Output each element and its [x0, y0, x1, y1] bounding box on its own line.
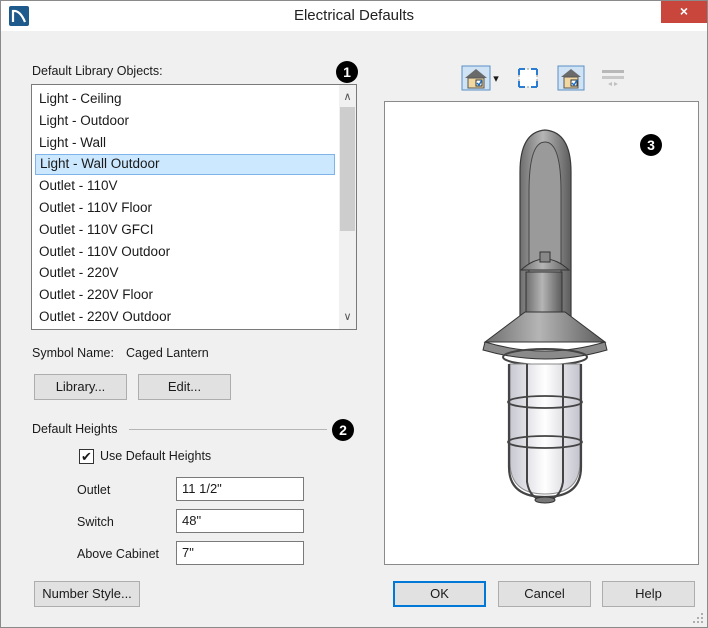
list-item[interactable]: Outlet - 220V Outdoor [35, 307, 335, 328]
list-item[interactable]: Outlet - 110V Floor [35, 198, 335, 219]
scroll-thumb[interactable] [340, 107, 355, 231]
library-button[interactable]: Library... [34, 374, 127, 400]
swap-disabled-icon [602, 70, 624, 86]
camera-view-dropdown-icon [461, 65, 491, 91]
fit-to-window-icon [518, 68, 538, 88]
switch-label: Switch [77, 515, 114, 529]
use-default-heights-label: Use Default Heights [100, 449, 212, 463]
fit-to-window-button[interactable] [513, 63, 543, 93]
window-title: Electrical Defaults [293, 7, 415, 24]
list-item[interactable]: Outlet - 220V Floor [35, 285, 335, 306]
title-bar: Electrical Defaults × [1, 1, 707, 31]
edit-button[interactable]: Edit... [138, 374, 231, 400]
outlet-height-field[interactable]: 11 1/2" [176, 477, 304, 501]
library-objects-list[interactable]: Light - Ceiling Light - Outdoor Light - Wa… [31, 84, 357, 330]
list-item[interactable]: Outlet - 110V Outdoor [35, 242, 335, 263]
show-room-icon [557, 65, 585, 91]
list-item[interactable]: Light - Wall [35, 133, 335, 154]
symbol-name-value: Caged Lantern [126, 346, 209, 360]
scroll-up-arrow-icon[interactable]: ∧ [339, 87, 356, 107]
list-item[interactable]: Outlet - 110V GFCI [35, 220, 335, 241]
close-button[interactable]: × [661, 1, 707, 23]
list-item[interactable]: Light - Ceiling [35, 89, 335, 110]
above-cabinet-label: Above Cabinet [77, 547, 160, 561]
callout-badge-2: 2 [332, 419, 354, 441]
show-room-button[interactable] [555, 63, 587, 93]
dropdown-caret-icon: ▾ [493, 72, 499, 85]
electrical-defaults-dialog: Electrical Defaults × Default Library Ob… [0, 0, 708, 628]
outlet-label: Outlet [77, 483, 111, 497]
scroll-down-arrow-icon[interactable]: ∨ [339, 307, 356, 327]
list-scrollbar[interactable]: ∧ ∨ [339, 85, 356, 329]
list-item[interactable]: Outlet - 110V [35, 176, 335, 197]
use-default-heights-checkbox[interactable]: ✔ [79, 449, 94, 464]
library-objects-label: Default Library Objects: [32, 64, 163, 78]
ok-button[interactable]: OK [393, 581, 486, 607]
list-item[interactable]: Outlet - 220V [35, 263, 335, 284]
switch-height-field[interactable]: 48" [176, 509, 304, 533]
cancel-button[interactable]: Cancel [498, 581, 591, 607]
callout-badge-1: 1 [336, 61, 358, 83]
swap-button [598, 63, 628, 93]
camera-view-dropdown-button[interactable]: ▾ [456, 63, 504, 93]
resize-grip-icon[interactable] [692, 612, 704, 624]
list-item[interactable]: Light - Outdoor [35, 111, 335, 132]
help-button[interactable]: Help [602, 581, 695, 607]
group-divider [129, 429, 327, 430]
symbol-name-label: Symbol Name: [32, 346, 114, 360]
object-preview-pane: 3 [384, 101, 699, 565]
above-cabinet-height-field[interactable]: 7" [176, 541, 304, 565]
caged-lantern-preview-image [482, 129, 608, 504]
list-item[interactable]: Light - Wall Outdoor [35, 154, 335, 176]
default-heights-label: Default Heights [32, 422, 118, 436]
number-style-button[interactable]: Number Style... [34, 581, 140, 607]
